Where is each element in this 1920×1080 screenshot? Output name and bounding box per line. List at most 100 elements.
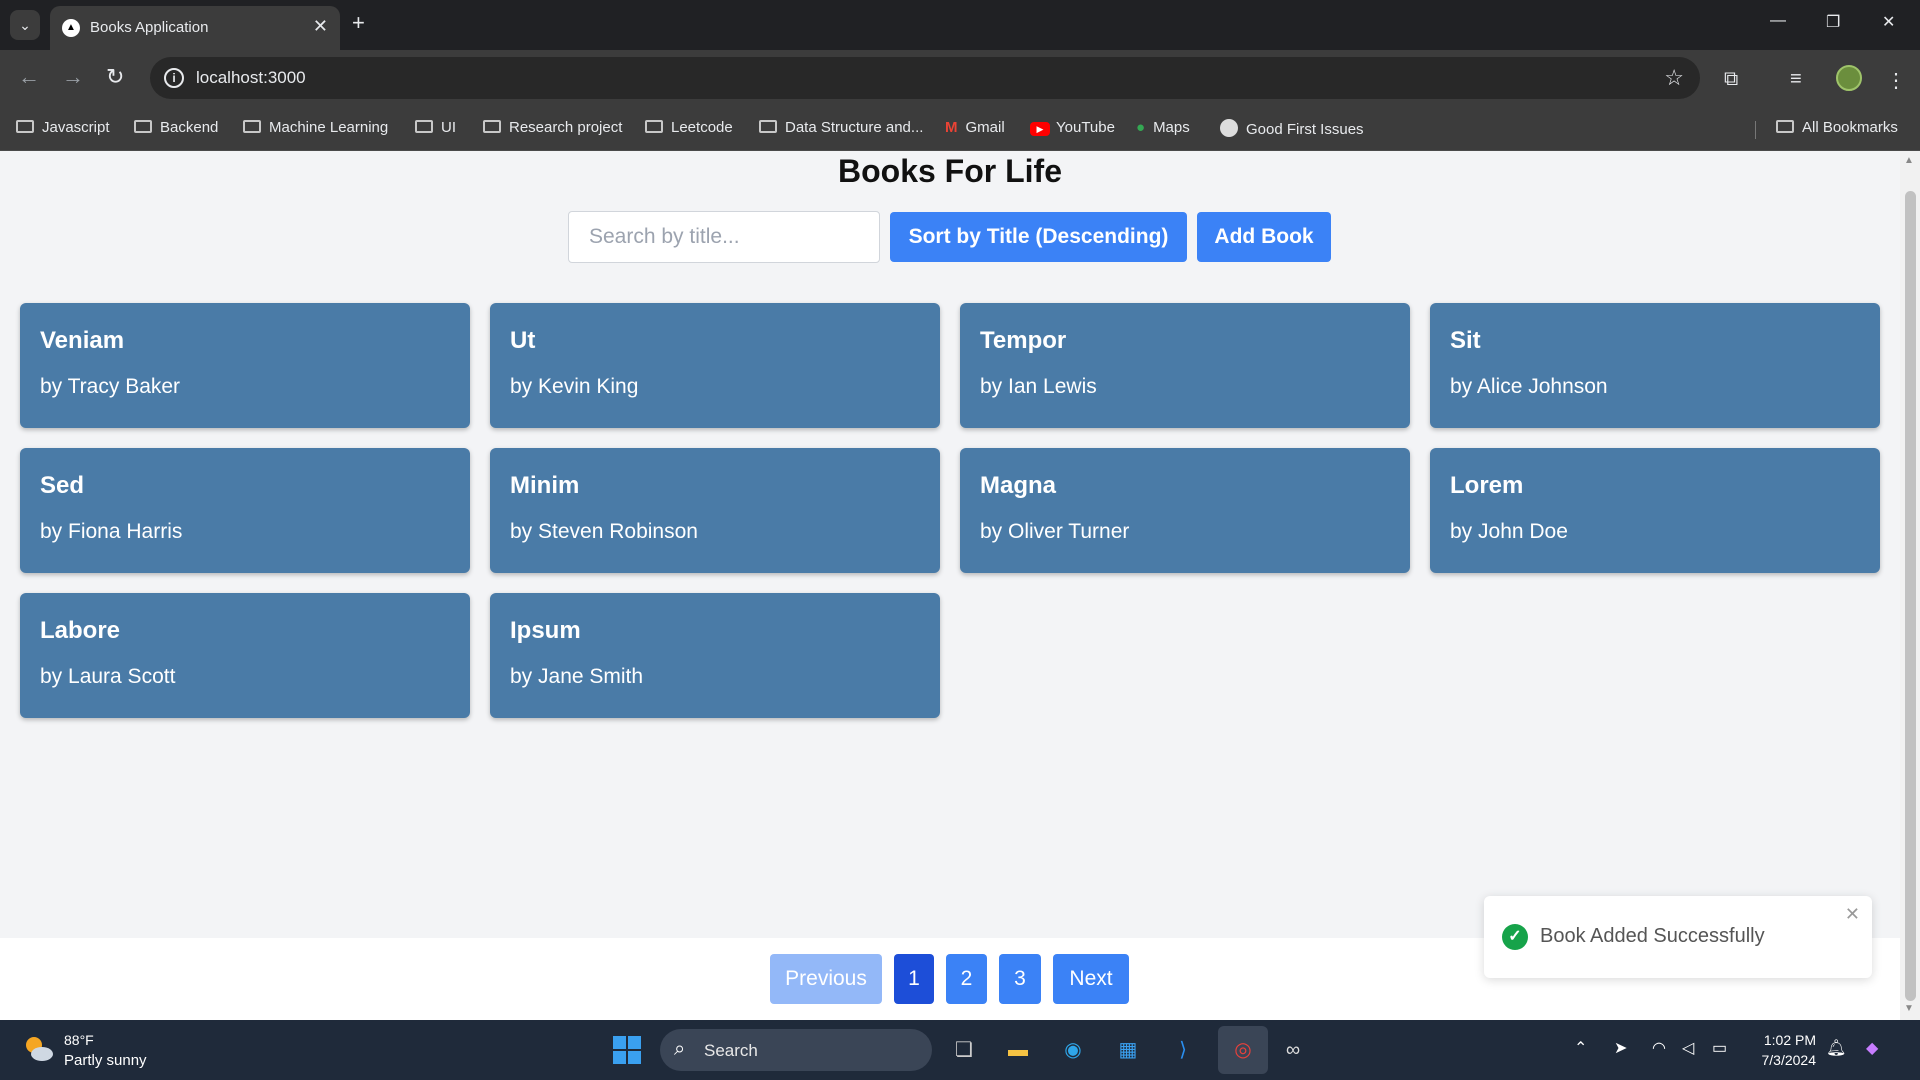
weather-temperature[interactable]: 88°F	[64, 1032, 94, 1048]
bookmark-good-first-issues[interactable]: Good First Issues	[1220, 119, 1364, 138]
taskbar-search[interactable]: ⌕ Search	[660, 1029, 932, 1071]
file-explorer-icon[interactable]: ▬	[1000, 1032, 1036, 1068]
toast-message: Book Added Successfully	[1540, 925, 1765, 947]
extensions-icon[interactable]: ⧉	[1724, 68, 1738, 91]
partly-sunny-icon[interactable]	[22, 1034, 54, 1062]
bookmark-backend[interactable]: Backend	[134, 119, 218, 136]
folder-icon	[243, 120, 261, 133]
bookmark-leetcode[interactable]: Leetcode	[645, 119, 733, 136]
windows-start-icon[interactable]	[613, 1036, 641, 1064]
book-card[interactable]: Magna by Oliver Turner	[960, 448, 1410, 573]
wifi-icon[interactable]: ◠	[1652, 1038, 1666, 1058]
next-page-button[interactable]: Next	[1053, 954, 1129, 1004]
scroll-thumb[interactable]	[1905, 191, 1916, 1001]
bookmark-research-project[interactable]: Research project	[483, 119, 622, 136]
weather-description[interactable]: Partly sunny	[64, 1052, 147, 1069]
book-title: Sed	[40, 472, 85, 499]
reload-icon[interactable]: ↻	[106, 64, 124, 90]
notification-bell-icon[interactable]: 🔔︎	[1826, 1038, 1846, 1058]
book-title: Tempor	[980, 327, 1067, 354]
folder-icon	[759, 120, 777, 133]
page-content: Books For Life Sort by Title (Descending…	[0, 151, 1900, 1020]
media-control-icon[interactable]: ≡	[1790, 68, 1802, 91]
clock-date[interactable]: 7/3/2024	[1748, 1052, 1817, 1068]
profile-avatar[interactable]	[1836, 65, 1862, 91]
book-card[interactable]: Sit by Alice Johnson	[1430, 303, 1880, 428]
youtube-icon: ▶	[1030, 122, 1050, 136]
show-hidden-icons-icon[interactable]: ⌃	[1574, 1038, 1587, 1058]
book-card[interactable]: Ut by Kevin King	[490, 303, 940, 428]
forward-icon[interactable]: →	[62, 64, 84, 90]
page-3-button[interactable]: 3	[999, 954, 1041, 1004]
book-card[interactable]: Veniam by Tracy Baker	[20, 303, 470, 428]
restore-icon[interactable]: ❐	[1826, 12, 1840, 32]
book-title: Magna	[980, 472, 1057, 499]
book-title: Sit	[1450, 327, 1481, 354]
folder-icon	[483, 120, 501, 133]
sort-button[interactable]: Sort by Title (Descending)	[890, 212, 1187, 262]
all-bookmarks[interactable]: All Bookmarks	[1776, 119, 1898, 136]
window-close-icon[interactable]: ✕	[1882, 12, 1895, 32]
page-1-button[interactable]: 1	[894, 954, 934, 1004]
book-card[interactable]: Minim by Steven Robinson	[490, 448, 940, 573]
book-card[interactable]: Labore by Laura Scott	[20, 593, 470, 718]
battery-icon[interactable]: ▭	[1712, 1038, 1727, 1058]
previous-page-button[interactable]: Previous	[770, 954, 882, 1004]
windows-taskbar: 88°F Partly sunny ⌕ Search ❏ ▬ ◉ ▦ ⟩ ◎ ∞…	[0, 1020, 1920, 1080]
address-bar[interactable]: i localhost:3000 ☆	[150, 57, 1700, 99]
book-author: by Kevin King	[510, 375, 639, 398]
book-author: by Tracy Baker	[40, 375, 181, 398]
scroll-down-icon[interactable]: ▼	[1904, 1003, 1914, 1014]
book-title: Veniam	[40, 327, 125, 354]
book-author: by Laura Scott	[40, 665, 176, 688]
more-menu-icon[interactable]: ⋮	[1886, 68, 1906, 93]
edge-icon[interactable]: ◉	[1055, 1032, 1091, 1068]
maps-icon: ●	[1136, 119, 1146, 136]
back-icon[interactable]: ←	[18, 64, 40, 90]
add-book-button[interactable]: Add Book	[1197, 212, 1331, 262]
volume-icon[interactable]: ◁	[1682, 1038, 1694, 1058]
site-info-icon[interactable]: i	[164, 68, 184, 88]
book-title: Lorem	[1450, 472, 1524, 499]
toast-close-icon[interactable]: ✕	[1845, 904, 1860, 925]
book-card[interactable]: Ipsum by Jane Smith	[490, 593, 940, 718]
bookmark-machine-learning[interactable]: Machine Learning	[243, 119, 388, 136]
page-scrollbar[interactable]: ▲ ▼	[1900, 151, 1920, 1020]
folder-icon	[1776, 120, 1794, 133]
page-2-button[interactable]: 2	[946, 954, 987, 1004]
url-text[interactable]: localhost:3000	[196, 68, 306, 88]
bookmark-youtube[interactable]: ▶ YouTube	[1030, 119, 1115, 136]
bookmark-gmail[interactable]: M Gmail	[945, 119, 1005, 136]
book-card[interactable]: Sed by Fiona Harris	[20, 448, 470, 573]
copilot-icon[interactable]: ◆	[1866, 1038, 1878, 1058]
chrome-icon[interactable]: ◎	[1225, 1032, 1261, 1068]
search-input[interactable]	[568, 211, 880, 263]
vscode-icon[interactable]: ⟩	[1165, 1032, 1201, 1068]
microsoft-store-icon[interactable]: ▦	[1110, 1032, 1146, 1068]
bookmark-star-icon[interactable]: ☆	[1664, 65, 1684, 91]
tab-close-icon[interactable]: ✕	[313, 16, 328, 37]
bookmark-data-structure[interactable]: Data Structure and...	[759, 119, 923, 136]
tab-title: Books Application	[90, 19, 209, 36]
book-author: by Alice Johnson	[1450, 375, 1608, 398]
bookmark-ui[interactable]: UI	[415, 119, 456, 136]
folder-icon	[16, 120, 34, 133]
page-title: Books For Life	[837, 153, 1062, 189]
tab-search-chevron-icon[interactable]: ⌄	[10, 10, 40, 40]
browser-tab[interactable]: ▲ Books Application ✕	[50, 6, 340, 50]
bookmark-maps[interactable]: ● Maps	[1136, 119, 1190, 136]
bookmark-javascript[interactable]: Javascript	[16, 119, 110, 136]
book-card[interactable]: Lorem by John Doe	[1430, 448, 1880, 573]
browser-toolbar: ← → ↻ i localhost:3000 ☆ ⧉ ≡ ⋮	[0, 50, 1920, 107]
book-author: by John Doe	[1450, 520, 1568, 543]
check-circle-icon: ✓	[1502, 924, 1528, 950]
new-tab-icon[interactable]: +	[352, 10, 365, 36]
book-card[interactable]: Tempor by Ian Lewis	[960, 303, 1410, 428]
taskbar-search-label: Search	[704, 1041, 758, 1060]
minimize-icon[interactable]: —	[1770, 12, 1786, 30]
location-icon[interactable]: ➤	[1614, 1038, 1627, 1058]
copilot-app-icon[interactable]: ∞	[1275, 1032, 1311, 1068]
task-view-icon[interactable]: ❏	[946, 1032, 982, 1068]
scroll-up-icon[interactable]: ▲	[1904, 155, 1914, 166]
clock-time[interactable]: 1:02 PM	[1756, 1032, 1816, 1048]
